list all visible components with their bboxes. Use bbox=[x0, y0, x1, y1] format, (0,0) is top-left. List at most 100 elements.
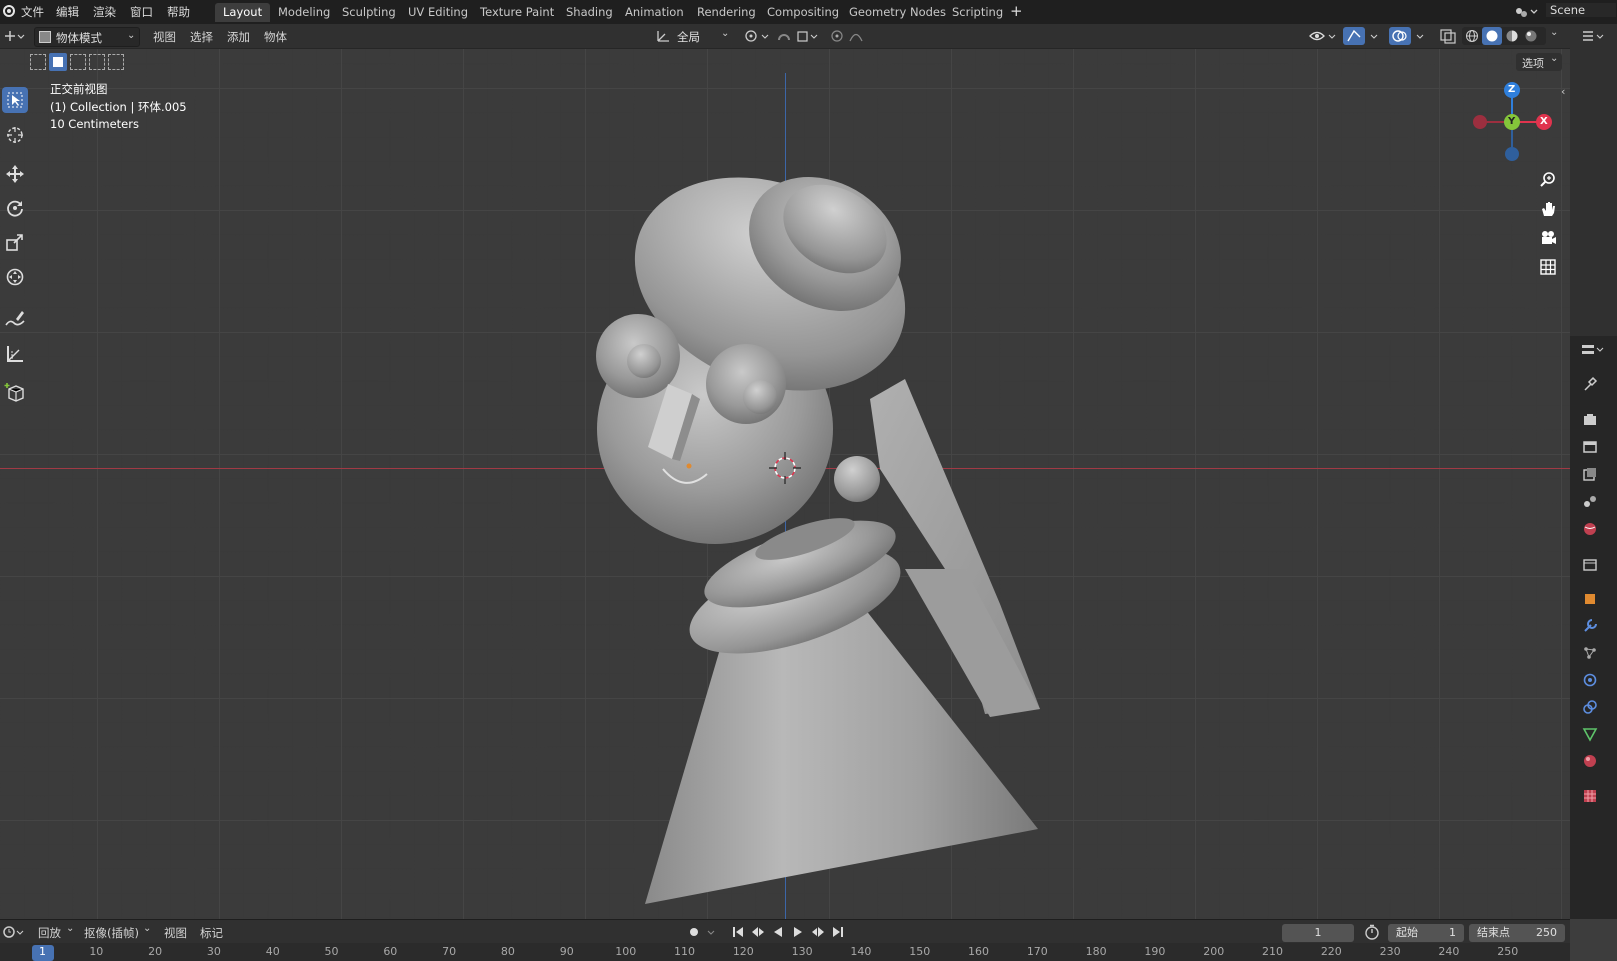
timeline-menu-keying[interactable]: 抠像(插帧) bbox=[84, 925, 139, 941]
proportional-editing-icon[interactable] bbox=[830, 28, 876, 44]
select-box-tool[interactable] bbox=[2, 87, 28, 113]
scene-name-field[interactable]: Scene bbox=[1546, 3, 1616, 17]
output-properties-icon[interactable] bbox=[1581, 438, 1599, 456]
tab-texture-paint[interactable]: Texture Paint bbox=[472, 3, 562, 22]
blender-logo-icon[interactable] bbox=[2, 4, 16, 18]
transform-tool[interactable] bbox=[2, 264, 28, 290]
tool-settings-icon[interactable] bbox=[1581, 375, 1599, 393]
annotate-tool[interactable] bbox=[2, 306, 28, 332]
menu-edit[interactable]: 编辑 bbox=[56, 4, 79, 20]
measure-tool[interactable] bbox=[2, 341, 28, 367]
play-icon[interactable] bbox=[790, 924, 806, 940]
mode-dropdown[interactable]: 物体模式 ⌄ bbox=[34, 27, 140, 47]
menu-render[interactable]: 渲染 bbox=[93, 4, 116, 20]
prev-keyframe-icon[interactable] bbox=[750, 924, 766, 940]
constraints-icon[interactable] bbox=[1581, 698, 1599, 716]
chevron-down-icon[interactable]: ⌄ bbox=[1550, 27, 1558, 38]
object-properties-icon[interactable] bbox=[1581, 590, 1599, 608]
physics-icon[interactable] bbox=[1581, 671, 1599, 689]
tab-geometry-nodes[interactable]: Geometry Nodes bbox=[841, 3, 954, 22]
timeline-menu-view[interactable]: 视图 bbox=[164, 925, 187, 941]
select-intersect-icon[interactable] bbox=[108, 54, 124, 70]
scene-properties-icon[interactable] bbox=[1581, 492, 1599, 510]
particles-icon[interactable] bbox=[1581, 644, 1599, 662]
select-subtract-icon[interactable] bbox=[70, 54, 86, 70]
select-invert-icon[interactable] bbox=[89, 54, 105, 70]
tab-shading[interactable]: Shading bbox=[558, 3, 621, 22]
move-tool[interactable] bbox=[2, 161, 28, 187]
tab-scripting[interactable]: Scripting bbox=[944, 3, 1011, 22]
visibility-eye-icon[interactable] bbox=[1308, 28, 1338, 44]
tab-uv-editing[interactable]: UV Editing bbox=[400, 3, 476, 22]
header-menu-view[interactable]: 视图 bbox=[153, 29, 176, 45]
start-frame-field[interactable]: 起始 1 bbox=[1388, 924, 1464, 942]
select-new-icon[interactable] bbox=[30, 54, 46, 70]
jump-end-icon[interactable] bbox=[830, 924, 846, 940]
current-frame-field[interactable]: 1 bbox=[1282, 924, 1354, 942]
object-data-icon[interactable] bbox=[1581, 725, 1599, 743]
wireframe-shading-icon[interactable] bbox=[1465, 29, 1479, 43]
header-menu-add[interactable]: 添加 bbox=[227, 29, 250, 45]
modifier-wrench-icon[interactable] bbox=[1581, 617, 1599, 635]
header-menu-select[interactable]: 选择 bbox=[190, 29, 213, 45]
snap-icon[interactable] bbox=[776, 28, 822, 44]
tab-sculpting[interactable]: Sculpting bbox=[334, 3, 404, 22]
add-cube-tool[interactable] bbox=[2, 379, 28, 405]
viewport-header: 物体模式 ⌄ 视图 选择 添加 物体 全局 ⌄ ⌄ bbox=[0, 24, 1570, 49]
menu-help[interactable]: 帮助 bbox=[167, 4, 190, 20]
3d-viewport[interactable]: 正交前视图 (1) Collection | 环体.005 10 Centime… bbox=[0, 49, 1570, 919]
play-reverse-icon[interactable] bbox=[770, 924, 786, 940]
tab-rendering[interactable]: Rendering bbox=[689, 3, 764, 22]
ortho-grid-icon[interactable] bbox=[1535, 254, 1561, 280]
zoom-icon[interactable] bbox=[1535, 167, 1561, 193]
timeline-menu-marker[interactable]: 标记 bbox=[200, 925, 223, 941]
editor-type-icon[interactable] bbox=[2, 28, 26, 44]
cursor-tool[interactable] bbox=[2, 122, 28, 148]
rotate-tool[interactable] bbox=[2, 195, 28, 221]
pan-hand-icon[interactable] bbox=[1535, 196, 1561, 222]
ruler-tick-label: 90 bbox=[559, 945, 574, 958]
menu-window[interactable]: 窗口 bbox=[130, 4, 153, 20]
menu-file[interactable]: 文件 bbox=[21, 4, 44, 20]
render-properties-icon[interactable] bbox=[1581, 410, 1599, 428]
orientation-dropdown[interactable]: 全局 ⌄ bbox=[655, 27, 735, 45]
stopwatch-icon[interactable] bbox=[1364, 924, 1380, 940]
timeline-editor-type-icon[interactable] bbox=[2, 924, 26, 940]
add-workspace-button[interactable]: + bbox=[1010, 2, 1023, 20]
header-menu-object[interactable]: 物体 bbox=[264, 29, 287, 45]
ruler-tick-label: 220 bbox=[1320, 945, 1342, 958]
world-properties-icon[interactable] bbox=[1581, 520, 1599, 538]
collection-properties-icon[interactable] bbox=[1581, 555, 1599, 573]
pivot-point-icon[interactable] bbox=[743, 28, 773, 44]
gizmo-toggle-icon[interactable] bbox=[1343, 27, 1385, 45]
scale-tool[interactable] bbox=[2, 229, 28, 255]
next-keyframe-icon[interactable] bbox=[810, 924, 826, 940]
material-shading-icon[interactable] bbox=[1505, 29, 1519, 43]
view-layer-icon[interactable] bbox=[1581, 465, 1599, 483]
ruler-tick-label: 30 bbox=[206, 945, 221, 958]
camera-view-icon[interactable] bbox=[1535, 225, 1561, 251]
timeline-menu-playback[interactable]: 回放 bbox=[38, 925, 61, 941]
overlay-toggle-icon[interactable] bbox=[1389, 27, 1431, 45]
properties-editor-type-icon[interactable] bbox=[1580, 342, 1608, 358]
jump-start-icon[interactable] bbox=[730, 924, 746, 940]
end-frame-field[interactable]: 结束点 250 bbox=[1469, 924, 1565, 942]
ruler-tick-label: 40 bbox=[265, 945, 280, 958]
sidebar-toggle-icon[interactable]: ‹ bbox=[1561, 85, 1565, 98]
right-eye bbox=[706, 344, 786, 424]
rendered-shading-icon[interactable] bbox=[1524, 29, 1538, 43]
texture-properties-icon[interactable] bbox=[1581, 787, 1599, 805]
outliner-editor-type-icon[interactable] bbox=[1580, 29, 1608, 45]
tab-animation[interactable]: Animation bbox=[617, 3, 692, 22]
playback-controls bbox=[730, 924, 850, 940]
tab-compositing[interactable]: Compositing bbox=[759, 3, 847, 22]
tab-layout[interactable]: Layout bbox=[215, 3, 271, 22]
xray-toggle-icon[interactable] bbox=[1439, 28, 1457, 44]
record-keyframe-icon[interactable] bbox=[687, 924, 719, 940]
options-dropdown[interactable]: 选项 ⌄ bbox=[1516, 53, 1562, 71]
3d-model-render[interactable] bbox=[0, 49, 1570, 919]
material-properties-icon[interactable] bbox=[1581, 752, 1599, 770]
tab-modeling[interactable]: Modeling bbox=[270, 3, 338, 22]
scene-selector-icon[interactable] bbox=[1512, 3, 1540, 21]
scale-icon bbox=[6, 234, 23, 251]
